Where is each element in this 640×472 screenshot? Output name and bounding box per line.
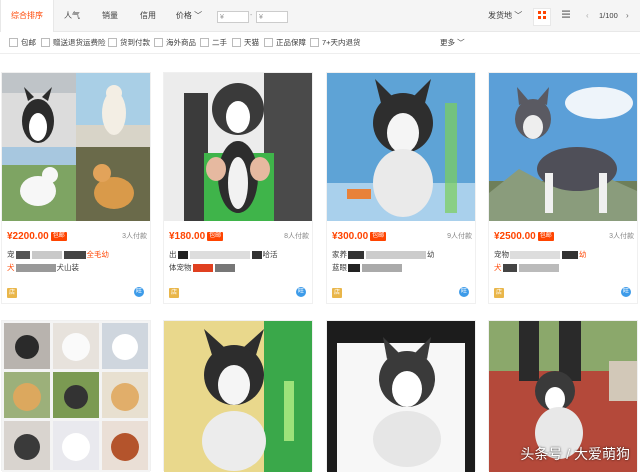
product-card[interactable]: ¥180.00 包邮 8人付款 出哈活 体宠物 店 旺 xyxy=(163,72,313,304)
product-image[interactable] xyxy=(327,73,475,221)
checkbox-icon[interactable] xyxy=(41,37,50,47)
redaction-blur xyxy=(518,264,559,273)
more-filters-dropdown[interactable]: 更多 ﹀ xyxy=(440,37,465,49)
product-card[interactable] xyxy=(163,320,313,472)
checkbox-icon[interactable] xyxy=(9,37,18,47)
redaction-blur xyxy=(15,251,30,260)
filter-return-insurance[interactable]: 赠送退货运费险 xyxy=(41,37,106,49)
location-dropdown[interactable]: 发货地 ﹀ xyxy=(488,0,522,32)
sort-bar: 综合排序 人气 销量 信用 价格 ﹀ ¥ - ¥ 发货地 ﹀ ‹ 1/100 › xyxy=(0,0,640,32)
grid-view-icon[interactable] xyxy=(533,8,551,26)
filter-bar: 包邮 赠送退货运费险 货到付款 海外商品 二手 天猫 正品保障 7+天内退货 更… xyxy=(0,32,640,54)
product-card[interactable]: ¥2500.00 包邮 3人付款 宠物幼 犬 店 旺 xyxy=(488,72,638,304)
product-image[interactable] xyxy=(2,321,150,472)
redaction-blur xyxy=(31,251,62,260)
price-range-dash: - xyxy=(250,12,253,19)
checkbox-icon[interactable] xyxy=(154,37,163,47)
sort-comprehensive[interactable]: 综合排序 xyxy=(0,0,54,32)
wangwang-chat-icon[interactable]: 旺 xyxy=(459,287,469,297)
filter-cash-on-delivery[interactable]: 货到付款 xyxy=(108,37,150,49)
free-shipping-badge: 包邮 xyxy=(207,232,224,241)
checkbox-icon[interactable] xyxy=(200,37,209,47)
price-row: ¥300.00 包邮 9人付款 xyxy=(332,231,472,243)
price-row: ¥180.00 包邮 8人付款 xyxy=(169,231,309,243)
product-image[interactable] xyxy=(164,321,312,472)
page-indicator: 1/100 xyxy=(599,11,618,20)
price-row: ¥2200.00 包邮 3人付款 xyxy=(7,231,147,243)
watermark: 头条号 / 大爱萌狗 xyxy=(520,446,630,462)
buyer-count: 8人付款 xyxy=(284,233,309,240)
product-card[interactable]: ¥2200.00 包邮 3人付款 宠全毛幼 犬犬山装 店 旺 xyxy=(1,72,151,304)
checkbox-icon[interactable] xyxy=(232,37,241,47)
wangwang-chat-icon[interactable]: 旺 xyxy=(134,287,144,297)
shop-icon[interactable]: 店 xyxy=(169,288,179,298)
product-image[interactable] xyxy=(2,73,150,221)
price-row: ¥2500.00 包邮 3人付款 xyxy=(494,231,634,243)
redaction-blur xyxy=(63,251,86,260)
buyer-count: 3人付款 xyxy=(609,233,634,240)
free-shipping-badge: 包邮 xyxy=(50,232,67,241)
filter-tmall[interactable]: 天猫 xyxy=(232,37,259,49)
price: ¥2200.00 xyxy=(7,231,49,242)
wangwang-chat-icon[interactable]: 旺 xyxy=(621,287,631,297)
redaction-blur xyxy=(177,251,188,260)
sort-credit[interactable]: 信用 xyxy=(132,0,164,32)
redaction-blur xyxy=(192,264,213,273)
filter-overseas[interactable]: 海外商品 xyxy=(154,37,196,49)
free-shipping-badge: 包邮 xyxy=(370,232,387,241)
prev-page-button[interactable]: ‹ xyxy=(586,0,589,32)
price: ¥2500.00 xyxy=(494,231,536,242)
shop-icon[interactable]: 店 xyxy=(7,288,17,298)
redaction-blur xyxy=(214,264,235,273)
shop-icon[interactable]: 店 xyxy=(332,288,342,298)
sort-popularity[interactable]: 人气 xyxy=(56,0,88,32)
redaction-blur xyxy=(562,251,578,260)
redaction-blur xyxy=(15,264,56,273)
sort-sales[interactable]: 销量 xyxy=(94,0,126,32)
redaction-blur xyxy=(189,251,250,260)
filter-7day-return[interactable]: 7+天内退货 xyxy=(310,37,361,49)
redaction-blur xyxy=(348,264,360,273)
redaction-blur xyxy=(348,251,364,260)
price: ¥300.00 xyxy=(332,231,369,242)
checkbox-icon[interactable] xyxy=(310,37,319,47)
product-title[interactable]: 宠物幼 犬 xyxy=(494,248,634,274)
price: ¥180.00 xyxy=(169,231,206,242)
buyer-count: 3人付款 xyxy=(122,233,147,240)
buyer-count: 9人付款 xyxy=(447,233,472,240)
checkbox-icon[interactable] xyxy=(108,37,117,47)
sort-price[interactable]: 价格 ﹀ xyxy=(170,0,208,32)
product-title[interactable]: 出哈活 体宠物 xyxy=(169,248,309,274)
price-min-input[interactable]: ¥ xyxy=(217,11,249,23)
product-card[interactable]: ¥300.00 包邮 9人付款 家养幼 蓝眼 店 旺 xyxy=(326,72,476,304)
product-card[interactable] xyxy=(326,320,476,472)
free-shipping-badge: 包邮 xyxy=(537,232,554,241)
shop-icon[interactable]: 店 xyxy=(494,288,504,298)
redaction-blur xyxy=(366,251,426,260)
wangwang-chat-icon[interactable]: 旺 xyxy=(296,287,306,297)
filter-free-shipping[interactable]: 包邮 xyxy=(9,37,36,49)
redaction-blur xyxy=(251,251,262,260)
product-title[interactable]: 家养幼 蓝眼 xyxy=(332,248,472,274)
price-max-input[interactable]: ¥ xyxy=(256,11,288,23)
checkbox-icon[interactable] xyxy=(264,37,273,47)
filter-genuine[interactable]: 正品保障 xyxy=(264,37,306,49)
product-image[interactable] xyxy=(327,321,475,472)
product-image[interactable] xyxy=(489,73,637,221)
next-page-button[interactable]: › xyxy=(626,0,629,32)
product-title[interactable]: 宠全毛幼 犬犬山装 xyxy=(7,248,147,274)
redaction-blur xyxy=(510,251,560,260)
list-view-icon[interactable] xyxy=(558,8,574,24)
filter-second-hand[interactable]: 二手 xyxy=(200,37,227,49)
redaction-blur xyxy=(362,264,402,273)
product-card[interactable] xyxy=(1,320,151,472)
product-image[interactable] xyxy=(164,73,312,221)
redaction-blur xyxy=(502,264,517,273)
